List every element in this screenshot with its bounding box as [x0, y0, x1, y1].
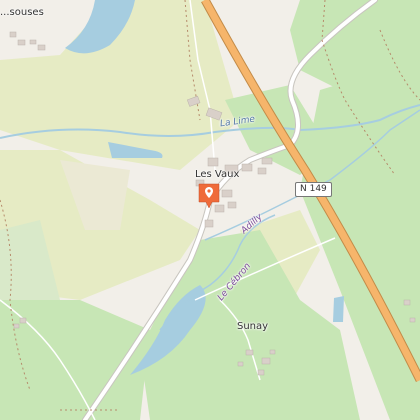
- place-label-top-left-village: ...souses: [0, 7, 44, 18]
- map-view[interactable]: ...souses Les Vaux Sunay La Lime Adilly …: [0, 0, 420, 420]
- place-label-les-vaux: Les Vaux: [195, 169, 240, 180]
- location-marker[interactable]: [198, 183, 220, 214]
- lake: [333, 296, 344, 322]
- road-shield-n149: N 149: [295, 182, 332, 197]
- place-label-sunay: Sunay: [237, 321, 269, 332]
- location-pin-icon: [198, 183, 220, 209]
